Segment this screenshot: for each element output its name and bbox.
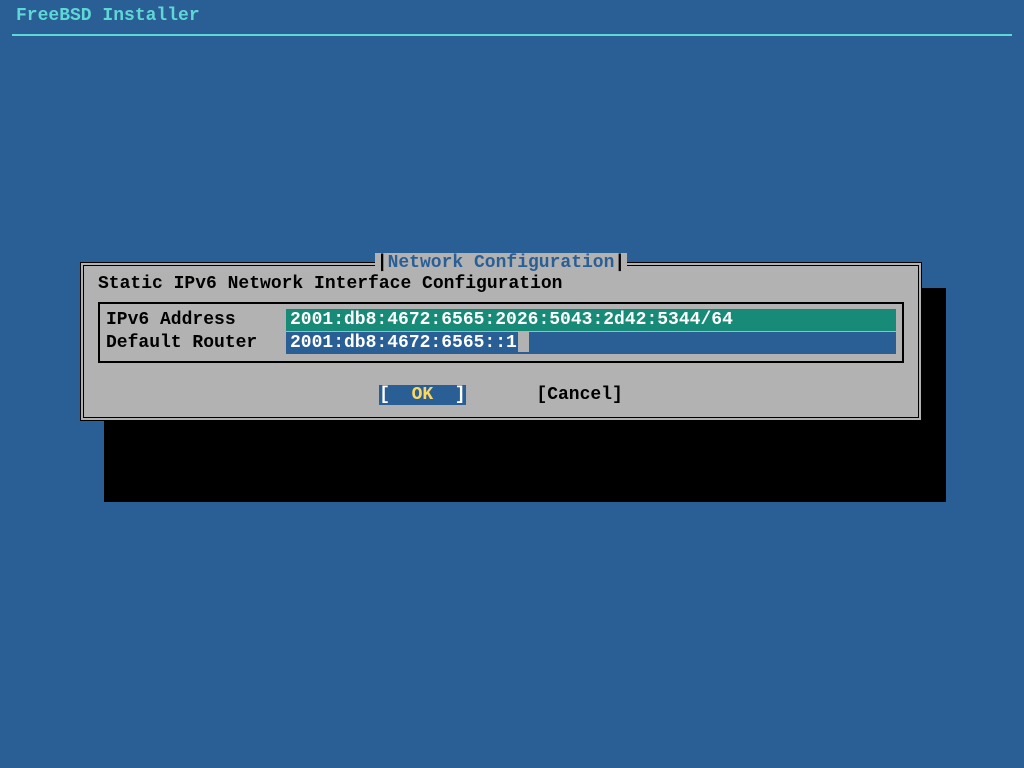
header-title: FreeBSD Installer [0, 0, 1024, 34]
form-row-ipv6: IPv6 Address 2001:db8:4672:6565:2026:504… [106, 309, 896, 331]
button-row: [ OK ] [Cancel] [84, 385, 918, 405]
default-router-value: 2001:db8:4672:6565::1 [290, 333, 517, 353]
header-divider [12, 34, 1012, 36]
ipv6-address-label: IPv6 Address [106, 309, 286, 331]
form-box: IPv6 Address 2001:db8:4672:6565:2026:504… [98, 302, 904, 363]
ok-button-label: OK [412, 385, 434, 405]
default-router-input[interactable]: 2001:db8:4672:6565::1 [286, 332, 896, 354]
ok-button[interactable]: [ OK ] [379, 385, 465, 405]
cancel-button[interactable]: [Cancel] [536, 385, 622, 405]
dialog-subtitle: Static IPv6 Network Interface Configurat… [84, 270, 918, 302]
network-config-dialog: |Network Configuration| Static IPv6 Netw… [80, 262, 922, 421]
default-router-label: Default Router [106, 332, 286, 354]
text-cursor [518, 332, 529, 352]
cancel-button-label: Cancel [547, 385, 612, 405]
dialog-title: |Network Configuration| [375, 253, 627, 273]
dialog-title-text: Network Configuration [388, 253, 615, 273]
ipv6-address-input[interactable]: 2001:db8:4672:6565:2026:5043:2d42:5344/6… [286, 309, 896, 331]
form-row-router: Default Router 2001:db8:4672:6565::1 [106, 332, 896, 354]
